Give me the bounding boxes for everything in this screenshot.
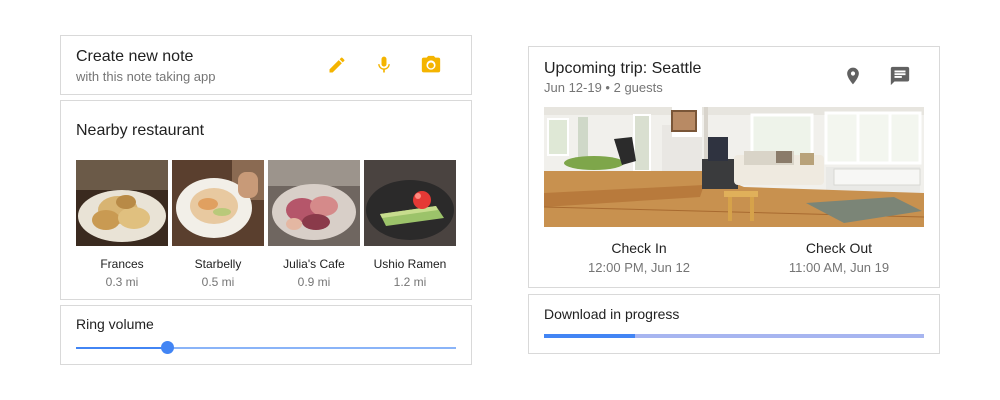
restaurant-photo [172,160,264,246]
volume-slider-thumb[interactable] [161,341,175,354]
restaurant-photo [76,160,168,246]
restaurant-name: Julia's Cafe [283,257,345,271]
restaurant-photo [364,160,456,246]
restaurant-item-frances[interactable]: Frances 0.3 mi [76,160,168,289]
restaurant-item-starbelly[interactable]: Starbelly 0.5 mi [172,160,264,289]
download-progress-fill [544,334,636,338]
download-progress-bar [544,334,924,338]
room-photo [544,107,924,227]
restaurant-card-title: Nearby restaurant [76,122,205,139]
restaurant-item-ushio-ramen[interactable]: Ushio Ramen 1.2 mi [364,160,456,289]
check-out-section: Check Out 11:00 AM, Jun 19 [744,240,934,275]
microphone-icon[interactable] [371,52,397,78]
download-label: Download in progress [544,306,680,322]
note-subtitle: with this note taking app [76,69,216,84]
ring-volume-card: Ring volume [60,305,472,365]
check-in-label: Check In [611,240,667,256]
volume-slider-track[interactable] [76,341,456,354]
check-out-label: Check Out [805,240,873,256]
restaurant-name: Frances [100,257,144,271]
restaurant-item-julias-cafe[interactable]: Julia's Cafe 0.9 mi [268,160,360,289]
nearby-restaurant-card: Nearby restaurant Frances 0.3 mi Starbel… [60,100,472,300]
restaurant-distance: 1.2 mi [393,275,427,289]
check-in-section: Check In 12:00 PM, Jun 12 [544,240,734,275]
restaurant-distance: 0.3 mi [105,275,139,289]
message-icon[interactable] [887,63,913,89]
pencil-icon[interactable] [324,52,350,78]
restaurant-photo [268,160,360,246]
restaurant-name: Starbelly [194,257,242,271]
create-note-card[interactable]: Create new note with this note taking ap… [60,35,472,95]
trip-title: Upcoming trip: Seattle [544,60,702,77]
check-out-time: 11:00 AM, Jun 19 [788,260,890,275]
download-card: Download in progress [528,294,940,354]
trip-subtitle: Jun 12-19 • 2 guests [544,80,663,95]
check-in-time: 12:00 PM, Jun 12 [588,260,690,275]
restaurant-distance: 0.5 mi [201,275,235,289]
restaurant-distance: 0.9 mi [297,275,331,289]
ring-volume-label: Ring volume [76,316,154,332]
restaurant-name: Ushio Ramen [373,257,447,271]
camera-icon[interactable] [418,52,444,78]
note-title: Create new note [76,48,194,65]
volume-slider-fill [76,347,168,349]
upcoming-trip-card[interactable]: Upcoming trip: Seattle Jun 12-19 • 2 gue… [528,46,940,288]
map-pin-icon[interactable] [840,63,866,89]
